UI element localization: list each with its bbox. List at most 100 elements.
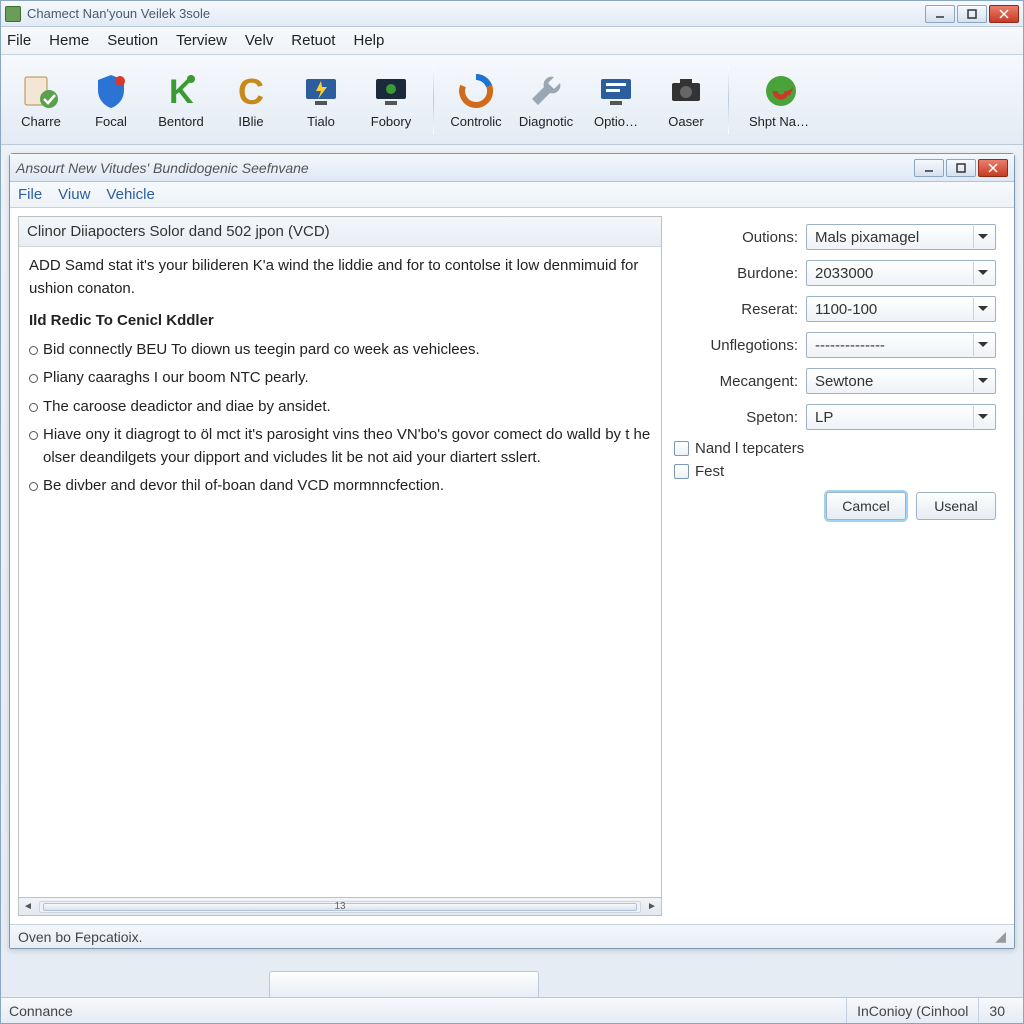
child-window: Ansourt New Vitudes' Bundidogenic Seefnv… — [9, 153, 1015, 949]
outions-combo[interactable]: Mals pixamagel — [806, 224, 996, 250]
toolbar-iblie[interactable]: C IBlie — [219, 66, 283, 133]
checkbox-nand[interactable]: Nand l tepcaters — [674, 440, 996, 457]
scroll-left-icon[interactable]: ◄ — [19, 901, 37, 912]
child-close-button[interactable] — [978, 159, 1008, 177]
field-reserat: Reserat: 1100-100 — [672, 296, 996, 322]
toolbar: Charre Focal K Bentord C IBlie Tialo Fob… — [1, 55, 1023, 145]
mecangent-combo[interactable]: Sewtone — [806, 368, 996, 394]
refresh-cycle-icon — [455, 70, 497, 112]
toolbar-controlic[interactable]: Controlic — [444, 66, 508, 133]
minimize-button[interactable] — [925, 5, 955, 23]
field-label: Mecangent: — [720, 373, 798, 390]
chevron-down-icon — [973, 370, 991, 392]
resize-grip-icon[interactable]: ◢ — [995, 928, 1006, 945]
toolbar-fobory[interactable]: Fobory — [359, 66, 423, 133]
toolbar-focal-label: Focal — [95, 114, 127, 129]
child-maximize-button[interactable] — [946, 159, 976, 177]
cancel-button[interactable]: Camcel — [826, 492, 906, 520]
usenal-button[interactable]: Usenal — [916, 492, 996, 520]
reserat-combo[interactable]: 1100-100 — [806, 296, 996, 322]
combo-value: -------------- — [815, 337, 973, 354]
toolbar-tialo[interactable]: Tialo — [289, 66, 353, 133]
menu-terview[interactable]: Terview — [176, 32, 227, 49]
toolbar-diagnotic-label: Diagnotic — [519, 114, 573, 129]
combo-value: Sewtone — [815, 373, 973, 390]
list-item: Bid connectly BEU To diown us teegin par… — [43, 339, 651, 362]
toolbar-fobory-label: Fobory — [371, 114, 411, 129]
document-check-icon — [20, 70, 62, 112]
checkbox-fest[interactable]: Fest — [674, 463, 996, 480]
child-menu-file[interactable]: File — [18, 186, 42, 203]
child-window-controls — [912, 159, 1008, 177]
menu-seution[interactable]: Seution — [107, 32, 158, 49]
window-title: Chamect Nan'youn Veilek 3sole — [27, 6, 923, 21]
scrollbar-track[interactable]: 13 — [39, 901, 641, 913]
toolbar-oaser[interactable]: Oaser — [654, 66, 718, 133]
toolbar-shptname[interactable]: Shpt Name — [739, 66, 823, 133]
menu-velv[interactable]: Velv — [245, 32, 273, 49]
field-outions: Outions: Mals pixamagel — [672, 224, 996, 250]
list-item: The caroose deadictor and diae by anside… — [43, 396, 651, 419]
status-right-a: InConioy (Cinhool — [846, 998, 978, 1023]
field-mecangent: Mecangent: Sewtone — [672, 368, 996, 394]
close-button[interactable] — [989, 5, 1019, 23]
toolbar-optio[interactable]: Optio… — [584, 66, 648, 133]
chevron-down-icon — [973, 262, 991, 284]
field-label: Unflegotions: — [710, 337, 798, 354]
titlebar: Chamect Nan'youn Veilek 3sole — [1, 1, 1023, 27]
child-status-text: Oven bo Fepcatioix. — [18, 929, 143, 945]
menubar: File Heme Seution Terview Velv Retuot He… — [1, 27, 1023, 55]
child-statusbar: Oven bo Fepcatioix. ◢ — [10, 924, 1014, 948]
checkbox-label: Fest — [695, 463, 724, 480]
toolbar-tialo-label: Tialo — [307, 114, 335, 129]
menu-file[interactable]: File — [7, 32, 31, 49]
child-window-title: Ansourt New Vitudes' Bundidogenic Seefnv… — [16, 160, 912, 176]
toolbar-bentord-label: Bentord — [158, 114, 204, 129]
window-controls — [923, 5, 1019, 23]
unflegotions-combo[interactable]: -------------- — [806, 332, 996, 358]
statusbar: Connance InConioy (Cinhool 30 — [1, 997, 1023, 1023]
status-right-b: 30 — [978, 998, 1015, 1023]
speton-combo[interactable]: LP — [806, 404, 996, 430]
child-menubar: File Viuw Vehicle — [10, 182, 1014, 208]
shield-icon — [90, 70, 132, 112]
maximize-button[interactable] — [957, 5, 987, 23]
toolbar-separator-2 — [728, 66, 729, 134]
child-menu-viuw[interactable]: Viuw — [58, 186, 90, 203]
menu-help[interactable]: Help — [353, 32, 384, 49]
scroll-right-icon[interactable]: ► — [643, 901, 661, 912]
toolbar-bentord[interactable]: K Bentord — [149, 66, 213, 133]
app-icon — [5, 6, 21, 22]
toolbar-iblie-label: IBlie — [238, 114, 263, 129]
toolbar-charre[interactable]: Charre — [9, 66, 73, 133]
field-label: Burdone: — [737, 265, 798, 282]
toolbar-separator — [433, 66, 434, 134]
checkbox-icon[interactable] — [674, 464, 689, 479]
svg-text:C: C — [238, 71, 264, 111]
toolbar-focal[interactable]: Focal — [79, 66, 143, 133]
chevron-down-icon — [973, 334, 991, 356]
chevron-down-icon — [973, 406, 991, 428]
field-unflegotions: Unflegotions: -------------- — [672, 332, 996, 358]
burdone-combo[interactable]: 2033000 — [806, 260, 996, 286]
bottom-tab[interactable] — [269, 971, 539, 997]
horizontal-scrollbar[interactable]: ◄ 13 ► — [19, 897, 661, 915]
toolbar-diagnotic[interactable]: Diagnotic — [514, 66, 578, 133]
menu-heme[interactable]: Heme — [49, 32, 89, 49]
checkbox-icon[interactable] — [674, 441, 689, 456]
menu-retuot[interactable]: Retuot — [291, 32, 335, 49]
child-minimize-button[interactable] — [914, 159, 944, 177]
play-circle-icon — [760, 70, 802, 112]
child-body: Clinor Diiapocters Solor dand 502 jpon (… — [10, 208, 1014, 924]
bottom-tab-area — [9, 957, 1015, 997]
letter-k-icon: K — [160, 70, 202, 112]
main-window: Chamect Nan'youn Veilek 3sole File Heme … — [0, 0, 1024, 1024]
toolbar-optio-label: Optio… — [594, 114, 638, 129]
child-titlebar: Ansourt New Vitudes' Bundidogenic Seefnv… — [10, 154, 1014, 182]
field-label: Speton: — [746, 409, 798, 426]
child-menu-vehicle[interactable]: Vehicle — [106, 186, 154, 203]
monitor-bolt-icon — [300, 70, 342, 112]
field-label: Reserat: — [741, 301, 798, 318]
monitor-settings-icon — [595, 70, 637, 112]
document-content: ADD Samd stat it's your bilideren K'a wi… — [19, 247, 661, 897]
